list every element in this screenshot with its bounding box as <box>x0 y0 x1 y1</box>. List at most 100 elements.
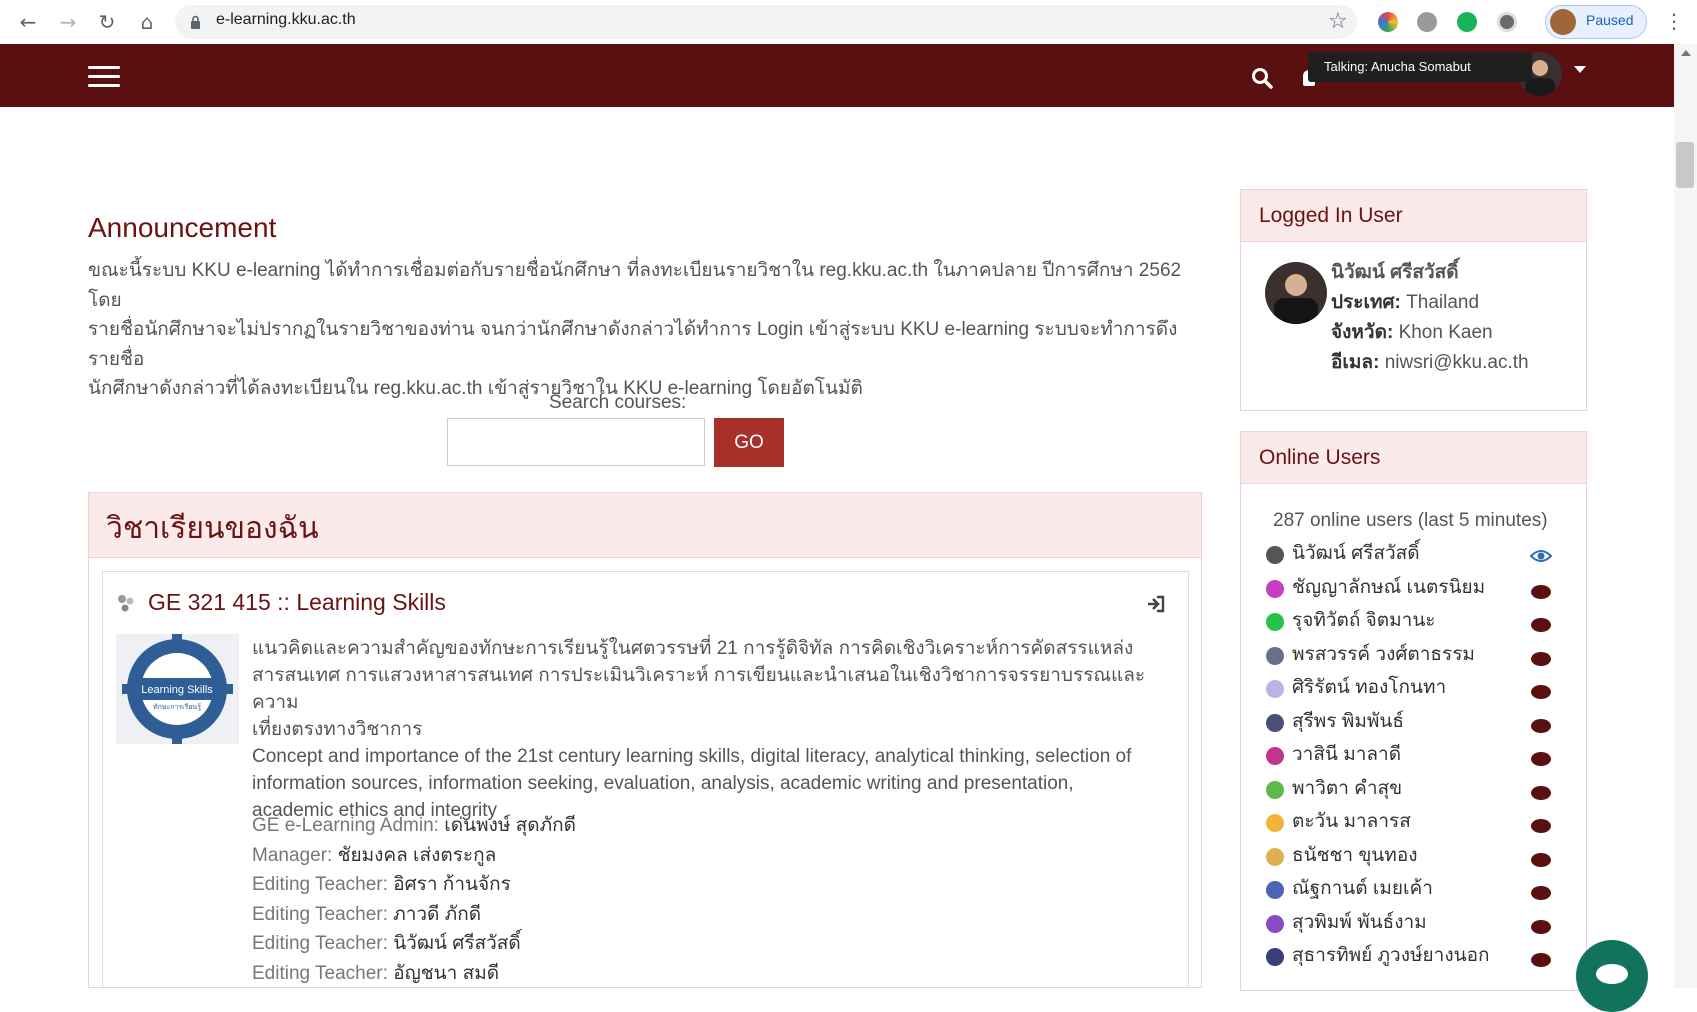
online-user-avatar <box>1266 613 1284 631</box>
user-country-label: ประเทศ: <box>1331 292 1401 313</box>
logged-in-user-details: นิวัฒน์ ศรีสวัสดิ์ ประเทศ: Thailand จังห… <box>1331 258 1529 378</box>
online-user-name-link[interactable]: พรสวรรค์ วงศ์ตาธรรม <box>1292 639 1475 673</box>
online-user-name-link[interactable]: สุรีพร พิมพันธ์ <box>1292 706 1404 740</box>
message-icon[interactable] <box>1531 651 1551 666</box>
home-icon[interactable]: ⌂ <box>133 8 161 36</box>
grammarly-icon[interactable] <box>1457 12 1477 32</box>
online-users-summary: 287 online users (last 5 minutes) <box>1273 510 1548 531</box>
online-user-avatar <box>1266 914 1284 933</box>
message-icon[interactable] <box>1531 953 1551 967</box>
search-courses-label: Search courses: <box>549 392 687 413</box>
message-icon[interactable] <box>1531 785 1551 800</box>
contact-role: Editing Teacher: <box>252 962 388 984</box>
extension-chrome-icon[interactable] <box>1378 12 1398 32</box>
online-user-name-link[interactable]: ณัฐกานต์ เมยเค้า <box>1292 873 1433 907</box>
message-icon[interactable] <box>1531 584 1551 599</box>
course-summary: แนวคิดและความสำคัญของทักษะการเรียนรู้ในศ… <box>252 635 1182 824</box>
logged-in-user-avatar[interactable] <box>1265 262 1327 324</box>
course-description-th-line: เที่ยงตรงทางวิชาการ <box>252 719 423 740</box>
search-icon[interactable] <box>1251 67 1273 93</box>
course-description-th-line: สารสนเทศ การแสวงหาสารสนเทศ การประเมินวิเ… <box>252 665 1146 713</box>
contact-role: GE e-Learning Admin: <box>252 815 439 836</box>
online-user-name-link[interactable]: ศิริรัตน์ ทองโกนทา <box>1292 672 1446 706</box>
message-icon[interactable] <box>1531 718 1551 733</box>
course-image-subtext: ทักษะการเรียนรู้ <box>153 703 201 711</box>
eye-icon[interactable] <box>1530 549 1552 563</box>
online-user-name-link[interactable]: สุธาร​ทิพย์ ภูวงษ์ยางนอก <box>1292 940 1490 974</box>
user-province-value: Khon Kaen <box>1398 322 1493 343</box>
course-description-en-line: information sources, information seeking… <box>252 773 1074 794</box>
contact-name-link[interactable]: เด่นพงษ์ สุดภักดี <box>444 815 576 836</box>
user-menu-caret-icon[interactable] <box>1574 66 1586 73</box>
user-email: อีเมล: niwsri@kku.ac.th <box>1331 348 1529 378</box>
online-users-title: Online Users <box>1241 432 1586 484</box>
enter-course-icon[interactable] <box>1146 594 1166 618</box>
message-icon[interactable] <box>1531 618 1551 632</box>
online-user-name-link[interactable]: ชัญญาลักษณ์ เนตรนิยม <box>1292 572 1485 606</box>
contact-role: Manager: <box>252 844 333 866</box>
learning-skills-logo: Learning Skills ทักษะการเรียนรู้ <box>122 634 233 744</box>
logged-in-user-name[interactable]: นิวัฒน์ ศรีสวัสดิ์ <box>1331 258 1529 288</box>
search-courses-input[interactable] <box>447 418 705 466</box>
contact-name-link[interactable]: นิวัฒน์ ศรีสวัสดิ์ <box>393 933 521 954</box>
scrollbar-thumb[interactable] <box>1676 142 1694 188</box>
message-icon[interactable] <box>1531 852 1551 867</box>
course-image-text: Learning Skills <box>141 684 213 696</box>
message-icon[interactable] <box>1531 886 1551 900</box>
profile-avatar <box>1550 9 1576 35</box>
message-icon[interactable] <box>1531 752 1551 766</box>
user-province-label: จังหวัด: <box>1331 322 1394 343</box>
user-province: จังหวัด: Khon Kaen <box>1331 318 1529 348</box>
profile-status: Paused <box>1586 12 1634 28</box>
forward-icon[interactable]: → <box>54 8 82 36</box>
contact-name-link[interactable]: ชัยมงคล เส่งตระกูล <box>338 845 497 866</box>
contact-name-link[interactable]: ภาวดี ภักดี <box>393 904 481 925</box>
online-user-name-link[interactable]: รุจทิวัตถ์ จิตมานะ <box>1292 605 1436 639</box>
contact-name-link[interactable]: อิศรา ก้านจักร <box>393 874 511 895</box>
online-user-name-link[interactable]: พาวิตา คำสุข <box>1292 773 1402 807</box>
online-user-avatar <box>1266 747 1284 765</box>
user-email-value[interactable]: niwsri@kku.ac.th <box>1385 352 1529 373</box>
online-user-name-link[interactable]: วาสินี มาลาดี <box>1292 739 1401 773</box>
course-image[interactable]: Learning Skills ทักษะการเรียนรู้ <box>116 634 239 744</box>
course-category-icon <box>116 593 136 617</box>
reload-icon[interactable]: ↻ <box>93 8 121 36</box>
search-go-button[interactable]: GO <box>714 418 784 467</box>
announcement-title: Announcement <box>88 212 277 243</box>
message-icon[interactable] <box>1531 819 1551 833</box>
online-user-name-link[interactable]: นิวัฒน์ ศรีสวัสดิ์ <box>1292 538 1420 572</box>
scroll-up-icon[interactable] <box>1681 50 1691 56</box>
my-courses-title: วิชาเรียนของฉัน <box>106 512 319 545</box>
online-user-name-link[interactable]: ตะวัน มาลารส <box>1292 806 1411 840</box>
bookmark-star-icon[interactable]: ☆ <box>1328 9 1348 34</box>
course-title-link[interactable]: GE 321 415 :: Learning Skills <box>148 589 446 616</box>
message-icon[interactable] <box>1531 685 1551 699</box>
menu-toggle-icon[interactable] <box>88 60 120 93</box>
online-user-avatar <box>1266 881 1284 899</box>
profile-button[interactable]: Paused <box>1545 5 1647 39</box>
chat-widget-button[interactable] <box>1576 940 1648 1012</box>
user-email-label: อีเมล: <box>1331 352 1380 373</box>
contact-role: Editing Teacher: <box>252 874 388 895</box>
url-text: e-learning.kku.ac.th <box>216 11 356 28</box>
extension-chart-icon[interactable] <box>1417 12 1437 32</box>
extension-circle-icon[interactable] <box>1497 12 1517 32</box>
online-user-name-link[interactable]: ธนัชชา ขุนทอง <box>1292 840 1418 874</box>
message-icon[interactable] <box>1531 919 1551 934</box>
online-user-avatar <box>1266 847 1284 866</box>
course-description-th-line: แนวคิดและความสำคัญของทักษะการเรียนรู้ในศ… <box>252 638 1134 659</box>
chrome-menu-icon[interactable]: ⋮ <box>1664 9 1684 33</box>
back-icon[interactable]: ← <box>14 8 42 36</box>
online-user-name-link[interactable]: สุวพิมพ์ พันธ์งาม <box>1292 907 1427 941</box>
course-contact: Editing Teacher: ภาวดี ภักดี <box>252 900 576 930</box>
online-user-avatar <box>1266 579 1284 598</box>
user-country-value: Thailand <box>1406 292 1480 313</box>
lock-icon <box>190 14 201 29</box>
course-contact: GE e-Learning Admin: เด่นพงษ์ สุดภักดี <box>252 811 576 841</box>
contact-role: Editing Teacher: <box>252 933 388 954</box>
announcement-line: รายชื่อนักศึกษาจะไม่ปรากฏในรายวิชาของท่า… <box>88 319 1178 370</box>
online-user-avatar <box>1266 713 1284 732</box>
contact-name-link[interactable]: อัญชนา สมดี <box>393 963 499 984</box>
course-contact: Editing Teacher: อิศรา ก้านจักร <box>252 870 576 900</box>
announcement-text: ขณะนี้ระบบ KKU e-learning ได้ทำการเชื่อม… <box>88 256 1208 404</box>
